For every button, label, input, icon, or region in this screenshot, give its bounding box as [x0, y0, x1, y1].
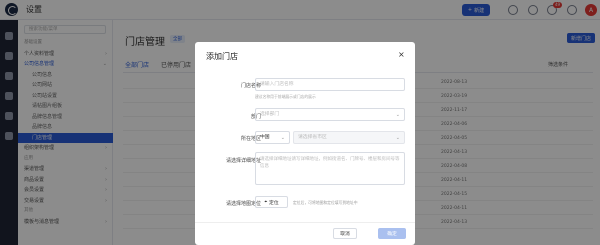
country-select-value: 中国 — [260, 135, 270, 140]
store-name-input[interactable]: 请输入门店名称 — [255, 78, 405, 91]
location-pin-icon: ⌖ — [264, 200, 268, 205]
chevron-down-icon: ⌄ — [395, 135, 400, 141]
chevron-down-icon: ⌄ — [395, 112, 400, 118]
store-name-label: 门店名称 — [240, 83, 261, 89]
province-select[interactable]: 请选择省市区 ⌄ — [293, 131, 405, 144]
add-store-modal: 添加门店 × 门店名称 请输入门店名称 建议名称用于前端展示或门店的展示 部门 … — [195, 42, 415, 245]
address-textarea[interactable]: 请选择详细地址请写详细地址，例如街道名、门牌号、楼层和房间号等信息 — [255, 152, 405, 185]
close-icon[interactable]: × — [398, 50, 405, 59]
locate-button[interactable]: ⌖ 定位 — [255, 196, 288, 208]
dept-select[interactable]: 选择部门 ⌄ — [255, 108, 405, 121]
map-label: 请选择地图定位 — [225, 201, 261, 207]
dept-select-value: 选择部门 — [260, 112, 280, 117]
dept-label: 部门 — [250, 114, 261, 120]
country-select[interactable]: 中国 ⌄ — [255, 131, 290, 144]
chevron-down-icon: ⌄ — [280, 135, 285, 141]
region-label: 所在地区 — [240, 136, 261, 142]
cancel-button[interactable]: 取消 — [333, 228, 357, 239]
ok-button[interactable]: 确定 — [378, 228, 406, 239]
store-name-hint: 建议名称用于前端展示或门店的展示 — [255, 94, 316, 99]
locate-button-label: 定位 — [269, 200, 279, 206]
province-select-value: 请选择省市区 — [298, 135, 327, 140]
locate-hint: 定位后，可将地图和定位填写到地址中 — [293, 200, 358, 205]
modal-footer-divider — [195, 222, 415, 223]
address-label: 请选择详细地址 — [225, 158, 261, 164]
modal-title: 添加门店 — [206, 52, 238, 61]
